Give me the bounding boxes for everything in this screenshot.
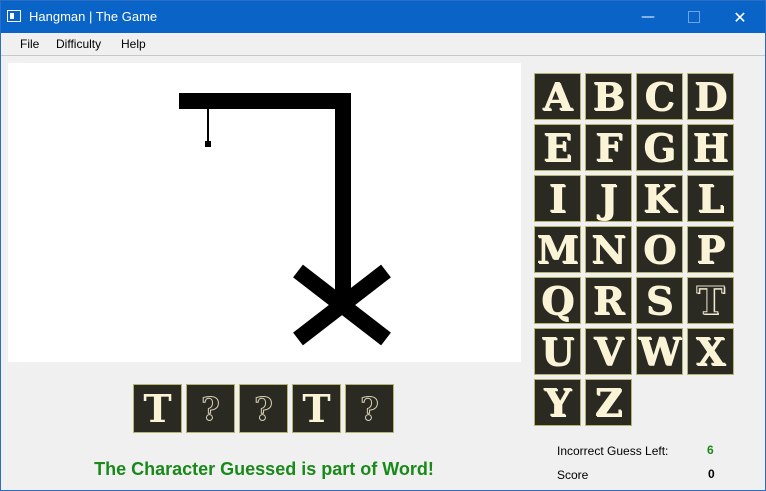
word-slot: ? (345, 384, 394, 433)
letter-button-x[interactable]: X (687, 328, 734, 375)
letter-button-z[interactable]: Z (585, 379, 632, 426)
letter-button-y[interactable]: Y (534, 379, 581, 426)
letter-button-s[interactable]: S (636, 277, 683, 324)
minimize-icon: — (641, 9, 655, 25)
menu-file[interactable]: File (20, 37, 39, 51)
title-bar[interactable]: Hangman | The Game — ✕ (1, 1, 765, 33)
letter-button-h[interactable]: H (687, 124, 734, 171)
letter-button-r[interactable]: R (585, 277, 632, 324)
incorrect-guess-label: Incorrect Guess Left: (557, 444, 669, 458)
letter-button-p[interactable]: P (687, 226, 734, 273)
letter-button-c[interactable]: C (636, 73, 683, 120)
word-slot: T (133, 384, 182, 433)
letter-button-d[interactable]: D (687, 73, 734, 120)
rope-knot (205, 141, 211, 147)
letter-button-u[interactable]: U (534, 328, 581, 375)
letter-button-i[interactable]: I (534, 175, 581, 222)
letter-button-b[interactable]: B (585, 73, 632, 120)
status-message: The Character Guessed is part of Word! (94, 459, 434, 479)
letter-button-g[interactable]: G (636, 124, 683, 171)
menu-bar: File Difficulty Help (1, 33, 765, 56)
letter-button-e[interactable]: E (534, 124, 581, 171)
close-icon: ✕ (733, 7, 747, 27)
incorrect-guess-value: 6 (707, 443, 714, 457)
letter-button-v[interactable]: V (585, 328, 632, 375)
gallows-drawing (179, 93, 391, 346)
gallows-beam (179, 93, 351, 109)
window-title: Hangman | The Game (29, 9, 158, 24)
app-icon (7, 10, 21, 22)
score-label: Score (557, 468, 589, 482)
letter-button-w[interactable]: W (636, 328, 683, 375)
letter-button-n[interactable]: N (585, 226, 632, 273)
letter-button-k[interactable]: K (636, 175, 683, 222)
letter-button-f[interactable]: F (585, 124, 632, 171)
letter-button-t[interactable]: T (687, 277, 734, 324)
letter-button-q[interactable]: Q (534, 277, 581, 324)
letter-button-l[interactable]: L (687, 175, 734, 222)
letter-button-a[interactable]: A (534, 73, 581, 120)
close-button[interactable]: ✕ (717, 1, 763, 33)
gallows-post (335, 93, 351, 313)
score-value: 0 (708, 467, 715, 481)
app-window: Hangman | The Game — ✕ File Difficulty H… (0, 0, 766, 491)
letter-button-m[interactable]: M (534, 226, 581, 273)
word-slot: ? (186, 384, 235, 433)
letter-button-j[interactable]: J (585, 175, 632, 222)
letter-button-o[interactable]: O (636, 226, 683, 273)
minimize-button[interactable]: — (625, 1, 671, 33)
maximize-button[interactable] (671, 1, 717, 33)
hangman-canvas (8, 63, 521, 362)
menu-help[interactable]: Help (121, 37, 146, 51)
menu-difficulty[interactable]: Difficulty (56, 37, 101, 51)
word-slot: T (292, 384, 341, 433)
maximize-icon (688, 11, 700, 23)
word-slot: ? (239, 384, 288, 433)
